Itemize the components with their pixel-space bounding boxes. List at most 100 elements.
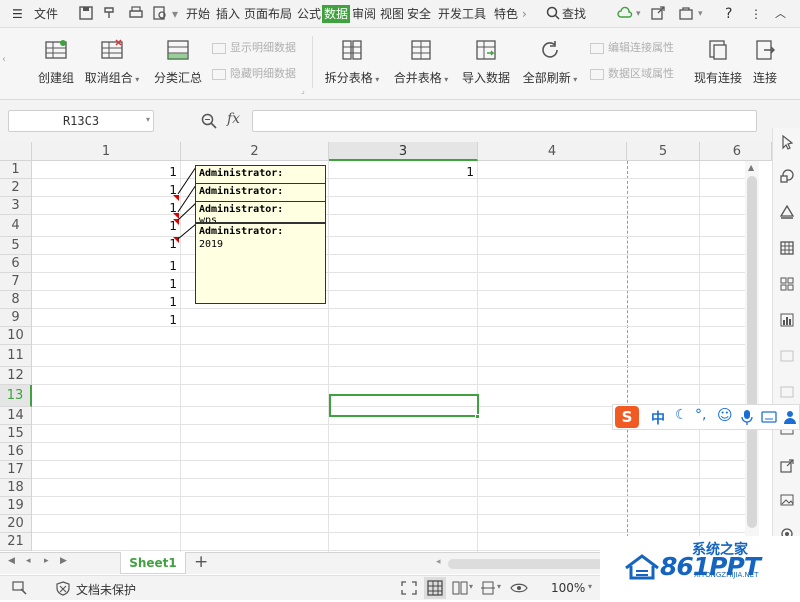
spreadsheet-grid[interactable]: 1 2 3 4 5 6 1 2 3 4 5 6 7 8 9 10 11 12 13 14 15 16 17 18 1…: [0, 142, 772, 552]
column-header-6[interactable]: 6: [700, 142, 772, 161]
tab-insert[interactable]: 插入: [216, 5, 240, 23]
column-header-2[interactable]: 2: [181, 142, 329, 161]
row-header-16[interactable]: 16: [0, 443, 32, 461]
merge-table-button[interactable]: 合并表格 ▾: [391, 38, 451, 86]
vertical-scroll-thumb[interactable]: [747, 176, 757, 528]
keyboard-icon[interactable]: [761, 410, 777, 424]
search-label[interactable]: 查找: [562, 5, 586, 23]
normal-view-button[interactable]: [424, 577, 446, 599]
tab-review[interactable]: 审阅: [352, 5, 376, 23]
scroll-left-icon[interactable]: ◂: [436, 557, 441, 567]
scroll-up-icon[interactable]: ▲: [748, 163, 754, 172]
row-header-12[interactable]: 12: [0, 367, 32, 385]
cell-r6c1[interactable]: 1: [32, 259, 177, 273]
import-data-button[interactable]: 导入数据: [460, 38, 512, 86]
row-header-18[interactable]: 18: [0, 479, 32, 497]
page-break-view-icon[interactable]: [452, 581, 468, 595]
group-expand-icon[interactable]: ⌟: [301, 86, 305, 95]
save-icon[interactable]: [78, 5, 94, 21]
create-group-button[interactable]: 创建组: [34, 38, 78, 86]
format-painter-icon[interactable]: [102, 5, 118, 21]
show-detail-button[interactable]: 显示明细数据: [212, 40, 296, 56]
column-header-4[interactable]: 4: [478, 142, 627, 161]
cell-r8c1[interactable]: 1: [32, 295, 177, 309]
last-sheet-icon[interactable]: ▶: [60, 556, 67, 566]
tab-start[interactable]: 开始: [186, 5, 210, 23]
tab-data[interactable]: 数据: [322, 5, 351, 23]
reading-dropdown-icon[interactable]: ▾: [497, 582, 501, 591]
pointer-icon[interactable]: [779, 134, 795, 150]
row-header-9[interactable]: 9: [0, 309, 32, 327]
formula-input[interactable]: [252, 110, 757, 132]
comment-box[interactable]: Administrator: 2019: [195, 223, 326, 304]
existing-connection-button[interactable]: 现有连接: [692, 38, 744, 86]
tab-view[interactable]: 视图: [380, 5, 404, 23]
selected-cell[interactable]: [329, 394, 479, 417]
subtotal-button[interactable]: 分类汇总: [152, 38, 204, 86]
zoom-dropdown-icon[interactable]: ▾: [588, 582, 592, 591]
select-all-corner[interactable]: [0, 142, 32, 161]
share-icon[interactable]: [650, 5, 666, 21]
hamburger-icon[interactable]: ☰: [12, 5, 23, 23]
menu-file[interactable]: 文件: [34, 5, 58, 23]
chart-icon[interactable]: [779, 312, 795, 328]
sogou-logo-icon[interactable]: S: [615, 406, 639, 428]
row-header-15[interactable]: 15: [0, 425, 32, 443]
cell-r3c1[interactable]: 1: [32, 201, 177, 215]
punctuation-icon[interactable]: °,: [695, 407, 706, 423]
tab-security[interactable]: 安全: [407, 5, 431, 23]
ribbon-scroll-left-icon[interactable]: ‹: [2, 54, 6, 65]
row-header-3[interactable]: 3: [0, 197, 32, 215]
view-dropdown-icon[interactable]: ▾: [469, 582, 473, 591]
cloud-dropdown-icon[interactable]: ▾: [636, 5, 641, 23]
fx-icon[interactable]: fx: [227, 111, 240, 127]
cell-r9c1[interactable]: 1: [32, 313, 177, 327]
row-header-17[interactable]: 17: [0, 461, 32, 479]
row-header-7[interactable]: 7: [0, 273, 32, 291]
macro-icon[interactable]: [12, 581, 28, 595]
tab-page-layout[interactable]: 页面布局: [244, 5, 292, 23]
row-header-14[interactable]: 14: [0, 407, 32, 425]
cell-r4c1[interactable]: 1: [32, 219, 177, 233]
tab-developer[interactable]: 开发工具: [438, 5, 486, 23]
collapse-ribbon-icon[interactable]: ︿: [775, 5, 786, 23]
zoom-formula-icon[interactable]: [200, 112, 218, 130]
row-header-6[interactable]: 6: [0, 255, 32, 273]
ime-toolbar[interactable]: S 中 ☾ °, ☺: [612, 404, 800, 430]
name-box-dropdown-icon[interactable]: ▾: [146, 115, 150, 124]
apps-icon[interactable]: [779, 276, 795, 292]
more-icon[interactable]: ▾: [172, 5, 178, 23]
row-header-8[interactable]: 8: [0, 291, 32, 309]
reading-mode-icon[interactable]: [480, 581, 496, 595]
shapes-icon[interactable]: [779, 168, 795, 184]
cloud-sync-icon[interactable]: [617, 5, 633, 21]
collab-dropdown-icon[interactable]: ▾: [698, 5, 703, 23]
row-header-21[interactable]: 21: [0, 533, 32, 551]
tab-features[interactable]: 特色: [494, 5, 518, 23]
cell-r7c1[interactable]: 1: [32, 277, 177, 291]
cell-r2c1[interactable]: 1: [32, 183, 177, 197]
edit-connection-button[interactable]: 编辑连接属性: [590, 40, 674, 56]
next-sheet-icon[interactable]: ▸: [44, 556, 49, 566]
fullscreen-icon[interactable]: [401, 581, 417, 595]
share-out-icon[interactable]: [779, 458, 795, 474]
protect-status[interactable]: 文档未保护: [76, 581, 136, 598]
name-box[interactable]: R13C3: [8, 110, 154, 132]
row-header-5[interactable]: 5: [0, 237, 32, 255]
column-header-1[interactable]: 1: [32, 142, 181, 161]
split-table-button[interactable]: 拆分表格 ▾: [322, 38, 382, 86]
moon-icon[interactable]: ☾: [675, 407, 688, 423]
ungroup-button[interactable]: 取消组合 ▾: [83, 38, 141, 86]
column-header-3[interactable]: 3: [329, 142, 478, 161]
connect-button[interactable]: 连接: [750, 38, 780, 86]
row-header-10[interactable]: 10: [0, 327, 32, 345]
ime-language[interactable]: 中: [651, 408, 665, 428]
fill-handle[interactable]: [475, 414, 480, 419]
search-icon[interactable]: [545, 5, 561, 21]
row-header-2[interactable]: 2: [0, 179, 32, 197]
tab-formula[interactable]: 公式: [297, 5, 321, 23]
fill-style-icon[interactable]: [779, 204, 795, 220]
sheet-tab-sheet1[interactable]: Sheet1: [120, 552, 186, 574]
zoom-level[interactable]: 100%: [551, 581, 585, 595]
table-style-icon[interactable]: [779, 240, 795, 256]
